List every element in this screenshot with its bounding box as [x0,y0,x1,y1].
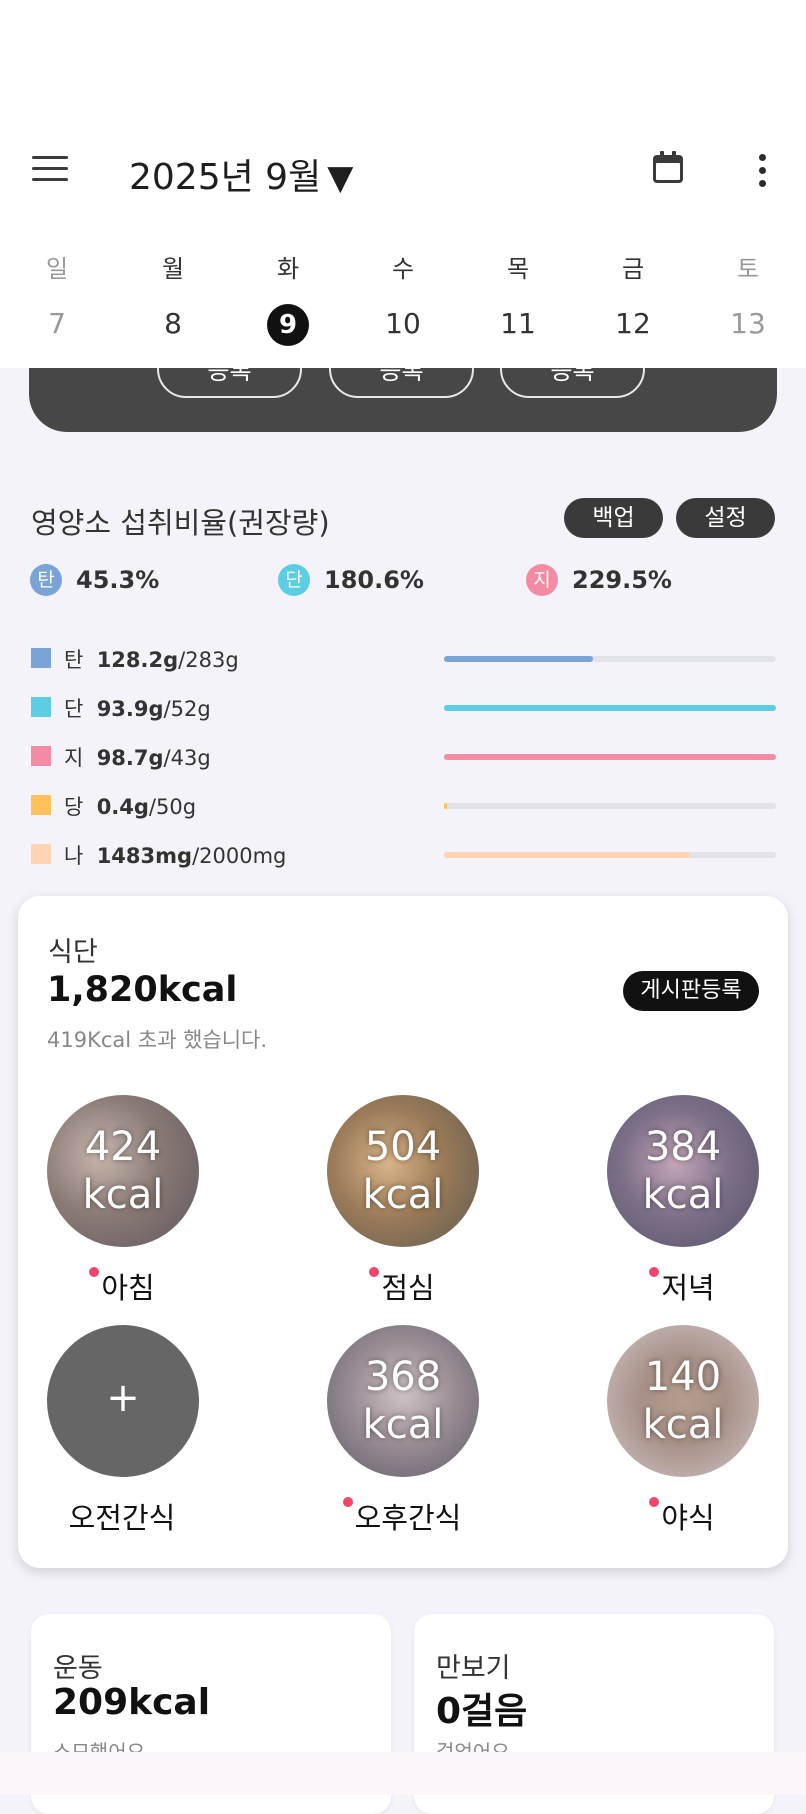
progress-fill [444,656,594,662]
progress-fill [444,705,776,711]
progress-fill [444,803,448,809]
nutrient-row-fat: 지 98.7g/43g [31,742,776,772]
bottom-bar [0,1752,806,1795]
dropdown-arrow-icon: ▼ [327,158,354,198]
pedometer-title: 만보기 [436,1653,511,1684]
exercise-title: 운동 [53,1653,103,1684]
logged-dot-icon [649,1267,660,1277]
board-register-button[interactable]: 게시판등록 [623,971,759,1011]
meal-photo: 504 kcal [327,1095,479,1247]
legend-square [31,746,51,766]
legend-square [31,795,51,815]
logged-dot-icon [649,1497,660,1507]
fat-ratio-value: 229.5% [572,566,672,594]
legend-square [31,648,51,668]
logged-dot-icon [342,1497,353,1507]
progress-track [444,705,776,711]
logged-dot-icon [369,1267,380,1277]
nutrient-row-sugar: 당 0.4g/50g [31,791,776,821]
more-options-icon[interactable] [755,152,769,188]
diet-excess-note: 419Kcal 초과 했습니다. [47,1028,268,1052]
diet-total-kcal: 1,820kcal [47,970,238,1010]
pedometer-value: 0걸음 [436,1691,528,1732]
progress-track [444,803,776,809]
menu-icon[interactable] [32,156,68,182]
diet-card: 식단 1,820kcal 게시판등록 419Kcal 초과 했습니다. 424 k… [18,896,788,1568]
protein-ratio: 단 180.6% [278,564,424,596]
nutrient-ratio-title: 영양소 섭취비율(권장량) [31,506,330,540]
diet-label: 식단 [48,937,98,968]
logged-dot-icon [89,1267,100,1277]
carb-ratio: 탄 45.3% [30,564,159,596]
settings-button[interactable]: 설정 [676,498,775,538]
plus-icon: + [106,1375,140,1421]
add-meal-button[interactable]: + [47,1325,199,1477]
fat-badge: 지 [526,564,558,596]
calendar-icon[interactable] [652,150,684,184]
meal-photo: 140 kcal [607,1325,759,1477]
meal-photo: 384 kcal [607,1095,759,1247]
progress-track [444,754,776,760]
nutrient-row-carb: 탄 128.2g/283g [31,644,776,674]
protein-ratio-value: 180.6% [324,566,424,594]
backup-button[interactable]: 백업 [564,498,663,538]
nutrient-row-protein: 단 93.9g/52g [31,693,776,723]
month-selector[interactable]: 2025년 9월 ▼ [129,148,353,200]
progress-track [444,656,776,662]
progress-fill [444,754,776,760]
protein-badge: 단 [278,564,310,596]
progress-fill [444,852,690,858]
exercise-value: 209kcal [53,1682,211,1723]
legend-square [31,844,51,864]
top-app-bar: 2025년 9월 ▼ 일 7 월 8 화 9 수 10 목 11 금 12 토 … [0,0,806,368]
nutrient-row-sodium: 나 1483mg/2000mg [31,840,776,870]
carb-ratio-value: 45.3% [76,566,160,594]
meal-photo: 424 kcal [47,1095,199,1247]
meal-photo: 368 kcal [327,1325,479,1477]
legend-square [31,697,51,717]
progress-track [444,852,776,858]
month-title: 2025년 9월 [129,157,322,198]
fat-ratio: 지 229.5% [526,564,672,596]
carb-badge: 탄 [30,564,62,596]
